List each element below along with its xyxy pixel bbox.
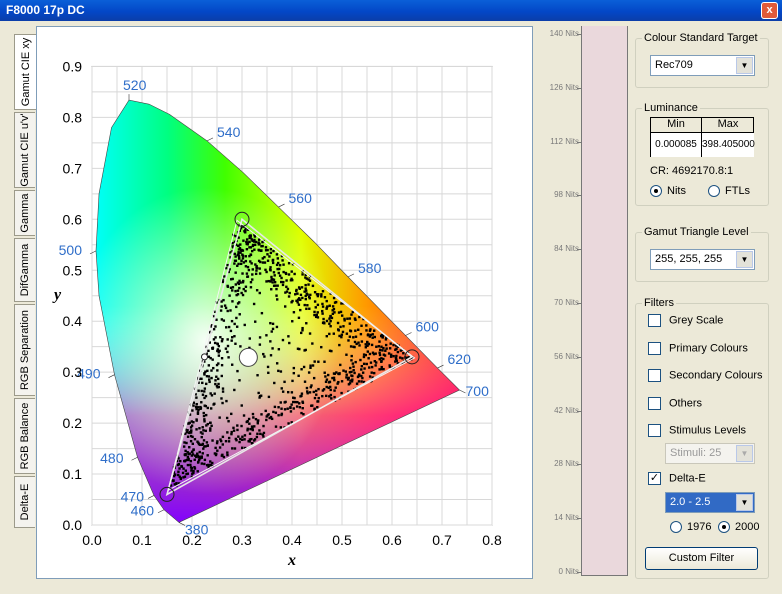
grey-scale-checkbox[interactable]: Grey Scale bbox=[648, 314, 723, 327]
x-axis-label: x bbox=[287, 552, 296, 569]
chevron-down-icon: ▼ bbox=[736, 57, 753, 74]
y-tick-label: 0.9 bbox=[63, 58, 83, 74]
delta-e-range-select[interactable]: 2.0 - 2.5 ▼ bbox=[665, 492, 755, 513]
chevron-down-icon: ▼ bbox=[736, 445, 753, 462]
nits-tick-label: 84 Nits bbox=[554, 244, 579, 254]
delta-e-1976-radio[interactable]: 1976 bbox=[670, 521, 711, 534]
tab-rgb-balance[interactable]: RGB Balance bbox=[14, 398, 35, 474]
y-tick-label: 0.5 bbox=[63, 262, 83, 278]
x-tick-label: 0.3 bbox=[232, 532, 252, 548]
y-tick-label: 0.2 bbox=[63, 415, 83, 431]
y-tick-label: 0.6 bbox=[63, 211, 83, 227]
chevron-down-icon: ▼ bbox=[736, 494, 753, 511]
wavelength-label: 620 bbox=[448, 351, 472, 367]
wavelength-label: 500 bbox=[59, 242, 83, 258]
y-tick-label: 0.4 bbox=[63, 313, 83, 329]
wavelength-label: 540 bbox=[217, 124, 241, 140]
y-tick-label: 0.8 bbox=[63, 109, 83, 125]
nits-tick-label: 14 Nits bbox=[554, 513, 579, 523]
x-tick-label: 0.1 bbox=[132, 532, 152, 548]
contrast-ratio: CR: 4692170.8:1 bbox=[650, 165, 734, 177]
luminance-group: Luminance Min Max 0.000085 398.405000 CR… bbox=[635, 102, 769, 206]
tab-gamut-cie-xy[interactable]: Gamut CIE xy bbox=[14, 34, 37, 110]
chevron-down-icon: ▼ bbox=[736, 251, 753, 268]
max-label: Max bbox=[717, 118, 739, 130]
nits-tick-label: 28 Nits bbox=[554, 459, 579, 469]
nits-tick-label: 126 Nits bbox=[549, 82, 579, 92]
nits-axis: 140 Nits 126 Nits 112 Nits 98 Nits 84 Nits 70… bbox=[536, 26, 581, 579]
filters-group: Filters Grey Scale Primary Colours Secon… bbox=[635, 297, 769, 579]
x-tick-label: 0.8 bbox=[482, 532, 502, 548]
custom-filter-button[interactable]: Custom Filter bbox=[645, 547, 758, 570]
colour-target-group: Colour Standard Target Rec709 ▼ bbox=[635, 32, 769, 88]
delta-e-checkbox[interactable]: ✓ Delta-E bbox=[648, 472, 706, 485]
wavelength-label: 700 bbox=[466, 383, 490, 399]
min-label: Min bbox=[651, 118, 702, 132]
wavelength-label: 460 bbox=[131, 503, 155, 519]
x-tick-label: 0.4 bbox=[282, 532, 302, 548]
wavelength-label: 480 bbox=[100, 450, 124, 466]
view-tabs: Gamut CIE xy Gamut CIE u'v' Gamma DifGam… bbox=[14, 34, 37, 530]
stimulus-levels-checkbox[interactable]: Stimulus Levels bbox=[648, 424, 746, 437]
tab-difgamma[interactable]: DifGamma bbox=[14, 238, 35, 302]
nits-tick-label: 140 Nits bbox=[549, 29, 579, 38]
others-checkbox[interactable]: Others bbox=[648, 397, 702, 410]
wavelength-label: 600 bbox=[416, 318, 440, 334]
max-luminance-value: 398.405000 bbox=[702, 132, 755, 157]
white-point-target bbox=[238, 347, 258, 367]
nits-radio[interactable]: Nits bbox=[650, 185, 686, 198]
y-tick-label: 0.3 bbox=[63, 364, 83, 380]
y-tick-label: 0.0 bbox=[63, 517, 83, 533]
x-tick-label: 0.7 bbox=[432, 532, 452, 548]
close-button[interactable]: x bbox=[761, 2, 778, 19]
x-tick-label: 0.6 bbox=[382, 532, 402, 548]
x-tick-label: 0.5 bbox=[332, 532, 352, 548]
tab-gamut-cie-uv[interactable]: Gamut CIE u'v' bbox=[14, 112, 35, 188]
gamut-level-group: Gamut Triangle Level 255, 255, 255 ▼ bbox=[635, 226, 769, 282]
nits-tick-label: 112 Nits bbox=[550, 136, 579, 146]
nits-tick-label: 56 Nits bbox=[554, 351, 579, 361]
y-axis-label: y bbox=[52, 287, 62, 304]
nits-tick-label: 0 Nits bbox=[558, 567, 579, 576]
close-icon: x bbox=[766, 4, 773, 16]
gamut-level-select[interactable]: 255, 255, 255 ▼ bbox=[650, 249, 755, 270]
y-tick-label: 0.1 bbox=[63, 466, 83, 482]
delta-e-2000-radio[interactable]: 2000 bbox=[718, 521, 759, 534]
min-luminance-value: 0.000085 bbox=[651, 132, 702, 157]
tab-delta-e[interactable]: Delta-E bbox=[14, 476, 35, 528]
nits-tick-label: 98 Nits bbox=[554, 190, 579, 200]
luminance-bar bbox=[581, 26, 628, 576]
secondary-colours-checkbox[interactable]: Secondary Colours bbox=[648, 369, 763, 382]
window-title-bar: F8000 17p DC x bbox=[0, 0, 782, 21]
ftls-radio[interactable]: FTLs bbox=[708, 185, 750, 198]
wavelength-label: 580 bbox=[358, 260, 382, 276]
tab-gamma[interactable]: Gamma bbox=[14, 190, 35, 236]
window-title: F8000 17p DC bbox=[6, 3, 85, 17]
stimuli-select[interactable]: Stimuli: 25 ▼ bbox=[665, 443, 755, 464]
nits-tick-label: 70 Nits bbox=[554, 298, 579, 307]
white-point-measured bbox=[201, 353, 208, 361]
tab-rgb-separation[interactable]: RGB Separation bbox=[14, 304, 35, 396]
colour-target-select[interactable]: Rec709 ▼ bbox=[650, 55, 755, 76]
wavelength-label: 470 bbox=[121, 488, 145, 504]
x-tick-label: 0.2 bbox=[182, 532, 202, 548]
cie-xy-chart: 380460470480490500520540560580600620700 … bbox=[52, 58, 502, 569]
wavelength-label: 560 bbox=[289, 190, 313, 206]
primary-colours-checkbox[interactable]: Primary Colours bbox=[648, 342, 748, 355]
nits-tick-label: 42 Nits bbox=[554, 405, 579, 415]
y-tick-label: 0.7 bbox=[63, 160, 83, 176]
x-tick-label: 0.0 bbox=[82, 532, 102, 548]
wavelength-label: 520 bbox=[123, 77, 147, 93]
